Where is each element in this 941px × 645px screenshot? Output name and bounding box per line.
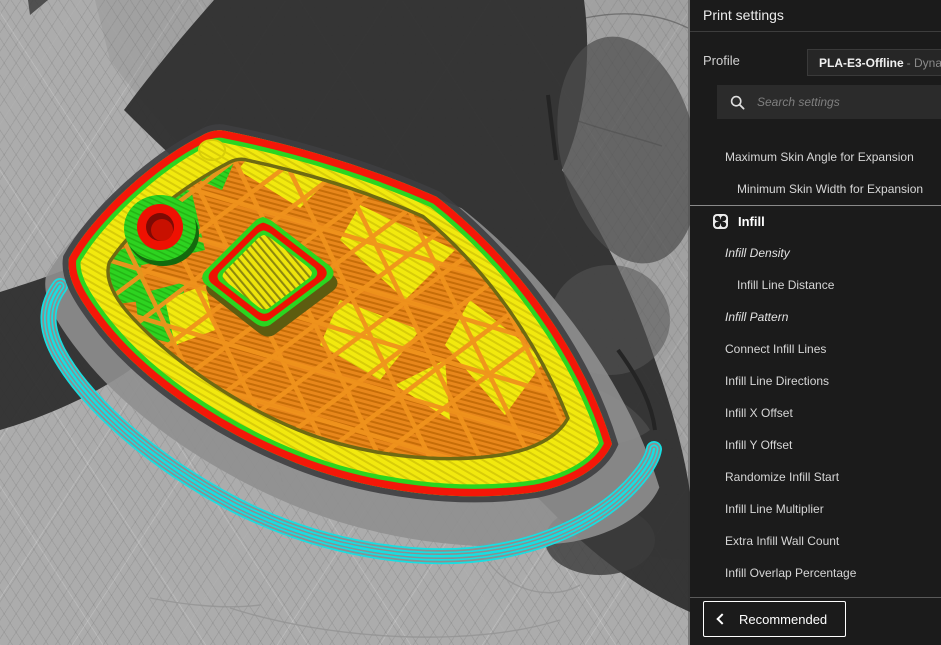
setting-item-infill-pattern[interactable]: Infill Pattern (690, 301, 941, 333)
corner-skin-blob (198, 139, 226, 161)
setting-item-randomize-infill-start[interactable]: Randomize Infill Start (690, 461, 941, 493)
cura-window: Print settings Profile PLA-E3-Offline - … (0, 0, 941, 645)
setting-item-minimum-skin-width-for-expansion[interactable]: Minimum Skin Width for Expansion (690, 173, 941, 205)
setting-item-infill-y-offset[interactable]: Infill Y Offset (690, 429, 941, 461)
panel-header: Print settings (690, 0, 941, 32)
panel-title: Print settings (703, 7, 784, 23)
chevron-left-icon (716, 613, 728, 625)
setting-item-infill-line-distance[interactable]: Infill Line Distance (690, 269, 941, 301)
setting-item-infill-overlap-percentage[interactable]: Infill Overlap Percentage (690, 557, 941, 589)
setting-item-extra-infill-wall-count[interactable]: Extra Infill Wall Count (690, 525, 941, 557)
setting-item-infill-x-offset[interactable]: Infill X Offset (690, 397, 941, 429)
footer-divider (690, 597, 941, 598)
search-icon (730, 95, 745, 110)
setting-item-infill-density[interactable]: Infill Density (690, 237, 941, 269)
profile-dropdown[interactable]: PLA-E3-Offline - Dynam (807, 49, 941, 76)
setting-item-connect-infill-lines[interactable]: Connect Infill Lines (690, 333, 941, 365)
settings-category-infill[interactable]: Infill (690, 205, 941, 237)
search-box[interactable] (717, 85, 941, 119)
3d-viewport[interactable] (0, 0, 690, 645)
setting-item-maximum-skin-angle-for-expansion[interactable]: Maximum Skin Angle for Expansion (690, 141, 941, 173)
profile-value: PLA-E3-Offline (819, 55, 904, 70)
search-input[interactable] (755, 94, 941, 110)
category-label: Infill (738, 214, 765, 229)
infill-category-icon (713, 214, 728, 229)
profile-label: Profile (703, 53, 740, 68)
setting-item-infill-line-directions[interactable]: Infill Line Directions (690, 365, 941, 397)
recommended-button[interactable]: Recommended (703, 601, 846, 637)
profile-value-suffix: - Dynam (906, 55, 941, 70)
layer-preview-scene (0, 0, 690, 638)
recommended-label: Recommended (739, 611, 828, 627)
settings-list: Maximum Skin Angle for Expansion Minimum … (690, 141, 941, 589)
print-settings-panel: Print settings Profile PLA-E3-Offline - … (690, 0, 941, 645)
setting-item-infill-line-multiplier[interactable]: Infill Line Multiplier (690, 493, 941, 525)
